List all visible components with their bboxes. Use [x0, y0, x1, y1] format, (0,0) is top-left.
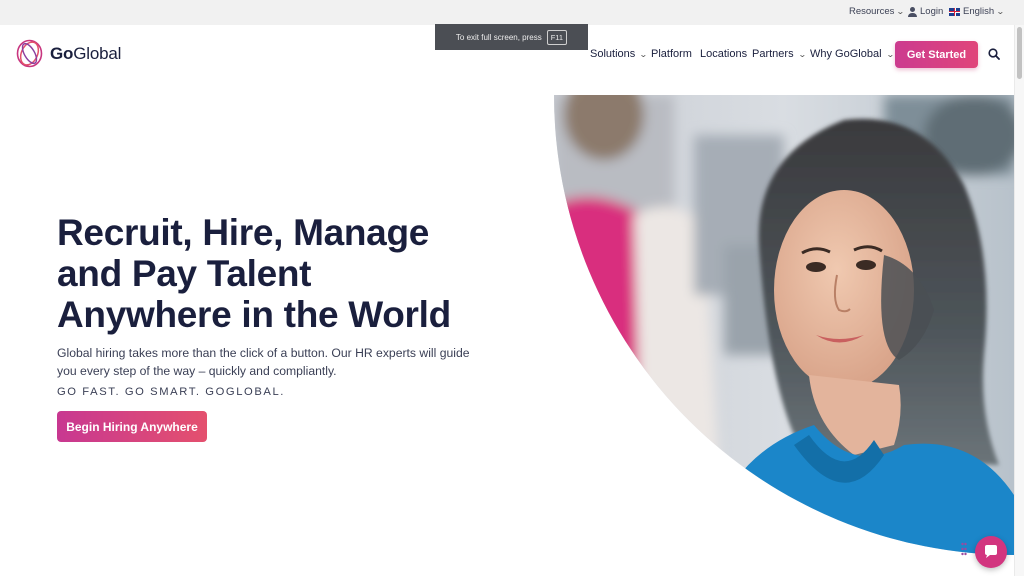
login-link[interactable]: Login — [908, 6, 943, 17]
uk-flag-icon — [949, 7, 960, 16]
resources-label: Resources — [849, 6, 895, 17]
fullscreen-notice-text: To exit full screen, press — [455, 32, 542, 42]
search-icon[interactable] — [988, 48, 1000, 60]
chevron-down-icon: ⌄ — [885, 49, 895, 59]
login-label: Login — [920, 6, 944, 17]
chevron-down-icon: ⌄ — [996, 7, 1005, 16]
page-scrollbar[interactable] — [1014, 25, 1024, 576]
fullscreen-key: F11 — [546, 29, 568, 45]
user-icon — [908, 6, 917, 17]
nav-locations-label: Locations — [700, 48, 748, 60]
nav-platform[interactable]: Platform — [651, 48, 692, 60]
utility-bar: Resources ⌄ Login English ⌄ — [0, 0, 1024, 25]
nav-platform-label: Platform — [651, 48, 692, 60]
begin-hiring-button[interactable]: Begin Hiring Anywhere — [57, 411, 207, 442]
hero-subtitle: Global hiring takes more than the click … — [57, 346, 470, 378]
nav-locations[interactable]: Locations — [700, 48, 747, 60]
logo-mark-icon — [16, 39, 43, 68]
resources-menu[interactable]: Resources ⌄ — [849, 6, 906, 17]
nav-partners-label: Partners — [752, 48, 794, 60]
language-selector[interactable]: English ⌄ — [949, 6, 1005, 17]
chevron-down-icon: ⌄ — [797, 49, 807, 59]
fullscreen-notice: To exit full screen, press F11 — [435, 24, 588, 50]
drag-handle-icon[interactable] — [961, 542, 967, 560]
hero-photo-illustration — [554, 95, 1014, 555]
chevron-down-icon: ⌄ — [896, 7, 906, 16]
nav-why-goglobal-label: Why GoGlobal — [810, 48, 882, 60]
nav-partners[interactable]: Partners ⌄ — [752, 48, 807, 60]
hero-photo — [554, 95, 1014, 555]
language-label: English — [963, 6, 995, 17]
nav-why-goglobal[interactable]: Why GoGlobal ⌄ — [810, 48, 895, 60]
chevron-down-icon: ⌄ — [639, 49, 648, 59]
hero-title-line-2: and Pay Talent — [57, 253, 312, 294]
hero-title-line-1: Recruit, Hire, Manage — [57, 212, 430, 253]
hero-title-line-3: Anywhere in the World — [57, 294, 451, 335]
hero-title: Recruit, Hire, Manage and Pay Talent Any… — [57, 212, 527, 335]
logo-text: GoGlobal — [50, 43, 122, 63]
hero-tagline: GO FAST. GO SMART. GOGLOBAL. — [57, 386, 285, 398]
chat-launcher-button[interactable] — [975, 536, 1007, 568]
get-started-button[interactable]: Get Started — [895, 41, 978, 68]
nav-solutions-label: Solutions — [590, 48, 636, 60]
chat-icon — [985, 545, 997, 558]
goglobal-logo[interactable]: GoGlobal — [15, 39, 121, 68]
scrollbar-thumb[interactable] — [1017, 27, 1022, 79]
nav-solutions[interactable]: Solutions ⌄ — [590, 48, 648, 60]
